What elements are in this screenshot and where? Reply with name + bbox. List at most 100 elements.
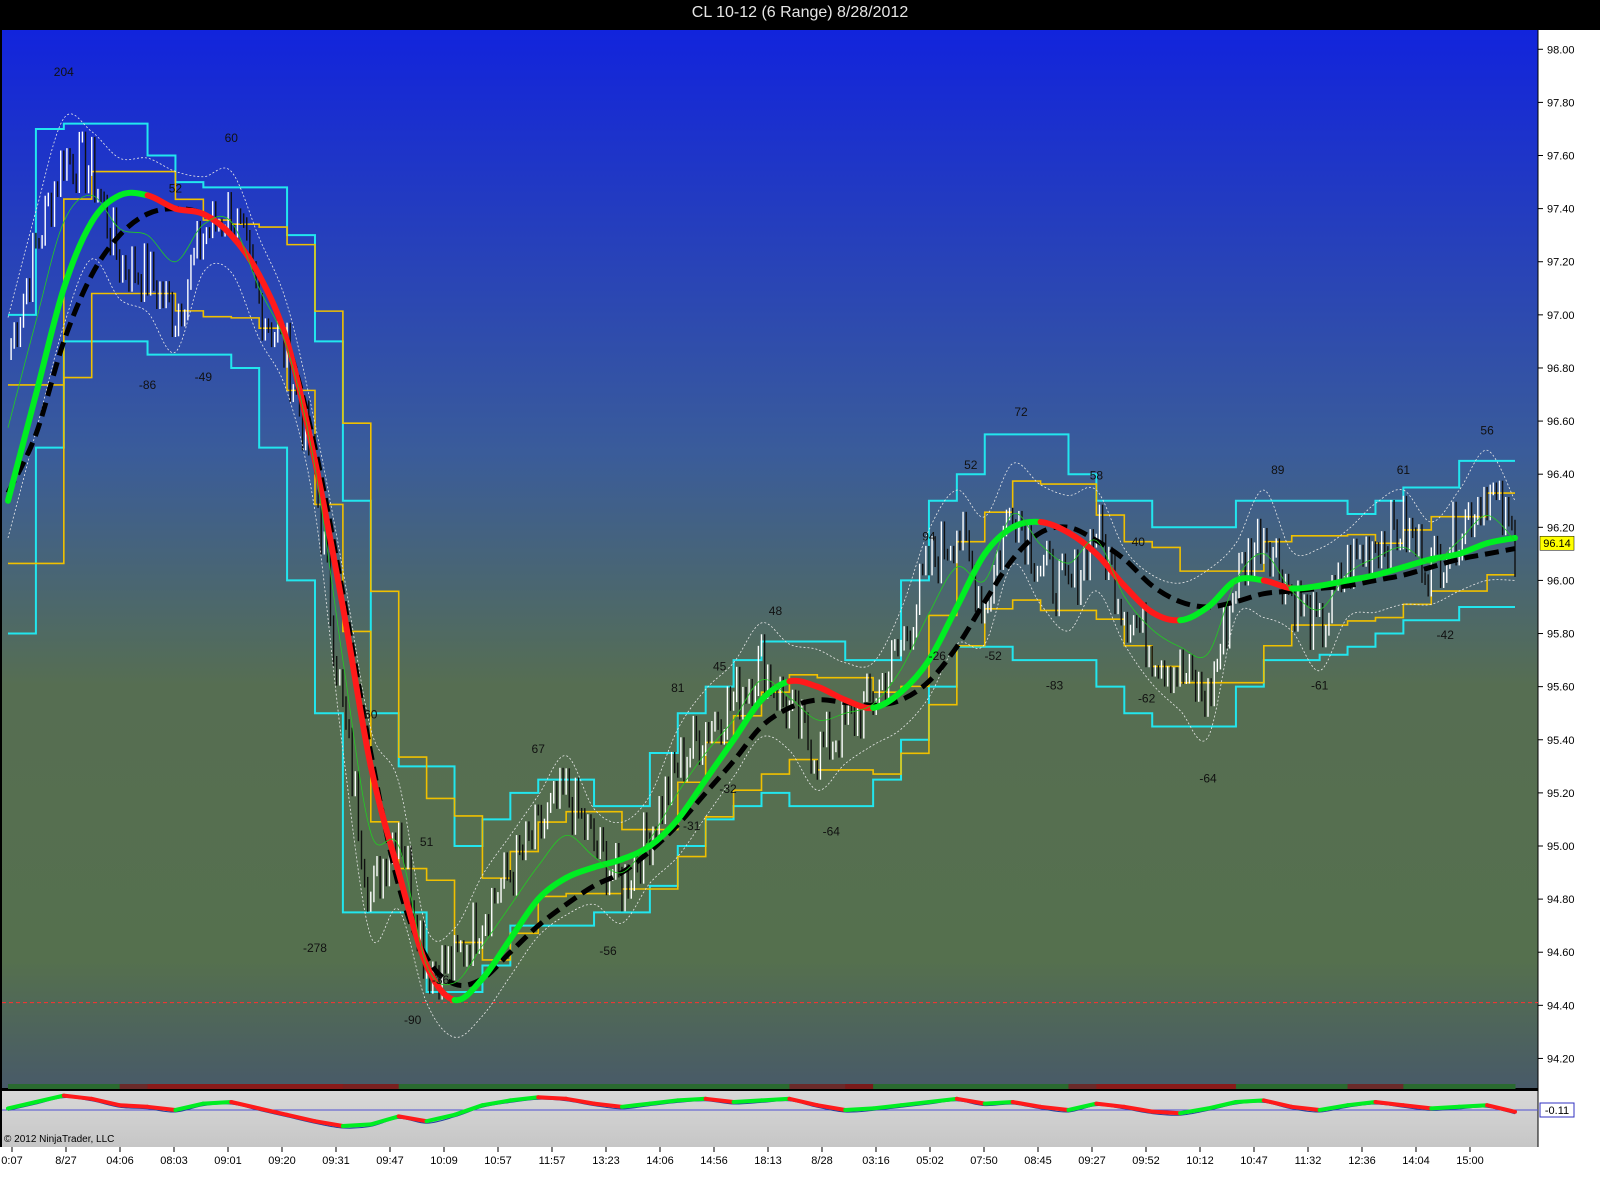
swing-label: 56 bbox=[1480, 423, 1494, 437]
regime-segment bbox=[35, 1084, 65, 1089]
regime-segment bbox=[1319, 1084, 1349, 1089]
x-tick-label: 08:45 bbox=[1024, 1155, 1052, 1167]
x-tick-label: 09:20 bbox=[268, 1155, 296, 1167]
regime-segment bbox=[454, 1084, 483, 1089]
regime-segment bbox=[1040, 1084, 1069, 1089]
regime-segment bbox=[1012, 1084, 1042, 1089]
regime-segment bbox=[147, 1084, 176, 1089]
regime-segment bbox=[1459, 1084, 1488, 1089]
regime-segment bbox=[231, 1084, 260, 1089]
svg-text:-0.11: -0.11 bbox=[1545, 1105, 1569, 1117]
x-tick-label: 13:23 bbox=[592, 1155, 620, 1167]
x-tick-label: 09:52 bbox=[1132, 1155, 1160, 1167]
y-tick-label: 97.80 bbox=[1547, 97, 1575, 109]
swing-label: 58 bbox=[1090, 469, 1104, 483]
regime-segment bbox=[1431, 1084, 1460, 1089]
regime-segment bbox=[873, 1084, 902, 1089]
regime-segment bbox=[1487, 1084, 1516, 1089]
x-tick-label: 08:03 bbox=[160, 1155, 188, 1167]
oscillator-up-segment bbox=[731, 1098, 764, 1104]
y-tick-label: 97.00 bbox=[1547, 310, 1575, 322]
regime-segment bbox=[510, 1084, 539, 1089]
swing-label: -31 bbox=[683, 819, 701, 833]
swing-label: -86 bbox=[139, 378, 157, 392]
regime-segment bbox=[1263, 1084, 1293, 1089]
x-tick-label: 11:32 bbox=[1295, 1155, 1322, 1167]
oscillator-down-segment bbox=[536, 1095, 569, 1101]
price-axis bbox=[1538, 30, 1600, 1147]
regime-segment bbox=[1235, 1084, 1265, 1089]
x-tick-label: 15:00 bbox=[1456, 1155, 1484, 1167]
x-tick-label: 11:57 bbox=[539, 1155, 566, 1167]
y-tick-label: 96.00 bbox=[1547, 575, 1575, 587]
oscillator-up-segment bbox=[340, 1122, 373, 1128]
y-tick-label: 95.80 bbox=[1547, 629, 1575, 641]
svg-text:96.14: 96.14 bbox=[1543, 538, 1571, 550]
fast-ma-up-segment bbox=[1232, 575, 1267, 584]
x-tick-label: 8/27 bbox=[55, 1155, 76, 1167]
regime-segment bbox=[63, 1084, 93, 1089]
x-tick-label: 09:01 bbox=[214, 1155, 242, 1167]
price-chart[interactable]: 204 -86 52 60 -49 -278 60 51 -36 -90 67 -56 81 -31 45 -… bbox=[0, 0, 1600, 1190]
oscillator-up-segment bbox=[1429, 1104, 1462, 1111]
swing-label: 60 bbox=[225, 131, 239, 145]
regime-segment bbox=[761, 1084, 790, 1089]
swing-label: 48 bbox=[769, 604, 783, 618]
swing-label: -83 bbox=[1046, 678, 1064, 692]
oscillator-up-segment bbox=[982, 1100, 1015, 1106]
oscillator-down-segment bbox=[117, 1103, 150, 1109]
regime-segment bbox=[1068, 1084, 1097, 1089]
last-price-badge: 96.14 bbox=[1539, 535, 1575, 551]
regime-segment bbox=[733, 1084, 762, 1089]
y-tick-label: 97.40 bbox=[1547, 204, 1575, 216]
swing-label: -36 bbox=[432, 973, 450, 987]
swing-label: -90 bbox=[404, 1013, 422, 1027]
regime-segment bbox=[175, 1084, 204, 1089]
regime-segment bbox=[1208, 1084, 1237, 1089]
regime-segment bbox=[1347, 1084, 1376, 1089]
swing-label: 52 bbox=[169, 182, 183, 196]
y-tick-label: 95.20 bbox=[1547, 788, 1575, 800]
oscillator-up-segment bbox=[1457, 1103, 1490, 1109]
swing-label: 204 bbox=[54, 65, 74, 79]
regime-segment bbox=[8, 1084, 37, 1089]
x-tick-label: 10:12 bbox=[1186, 1155, 1214, 1167]
swing-label: 52 bbox=[964, 458, 978, 472]
swing-label: -64 bbox=[1199, 771, 1217, 785]
swing-label: 45 bbox=[713, 660, 727, 674]
regime-segment bbox=[789, 1084, 818, 1089]
oscillator-down-segment bbox=[1150, 1109, 1183, 1116]
y-tick-label: 96.20 bbox=[1547, 522, 1575, 534]
x-tick-label: 18:13 bbox=[754, 1155, 782, 1167]
swing-label: -42 bbox=[1437, 628, 1455, 642]
swing-label: 94 bbox=[922, 530, 936, 544]
regime-segment bbox=[538, 1084, 567, 1089]
fast-ma-up-segment bbox=[1288, 582, 1323, 592]
regime-segment bbox=[1375, 1084, 1404, 1089]
regime-segment bbox=[119, 1084, 149, 1089]
regime-segment bbox=[398, 1084, 428, 1089]
regime-segment bbox=[817, 1084, 846, 1089]
x-tick-label: 04:06 bbox=[106, 1155, 134, 1167]
regime-segment bbox=[1291, 1084, 1321, 1089]
regime-segment bbox=[1403, 1084, 1432, 1089]
swing-label: 89 bbox=[1271, 463, 1285, 477]
oscillator-up-segment bbox=[675, 1096, 708, 1103]
y-tick-label: 95.60 bbox=[1547, 682, 1575, 694]
x-tick-label: 10:47 bbox=[1240, 1155, 1268, 1167]
y-tick-label: 96.60 bbox=[1547, 416, 1575, 428]
oscillator-up-segment bbox=[843, 1106, 876, 1112]
regime-segment bbox=[370, 1084, 400, 1089]
regime-segment bbox=[482, 1084, 511, 1089]
x-tick-label: 14:56 bbox=[700, 1155, 728, 1167]
regime-segment bbox=[621, 1084, 651, 1089]
regime-segment bbox=[91, 1084, 121, 1089]
price-panel bbox=[2, 30, 1538, 1088]
swing-label: 61 bbox=[1397, 463, 1411, 477]
regime-segment bbox=[928, 1084, 958, 1089]
swing-label: -26 bbox=[929, 649, 947, 663]
regime-segment bbox=[677, 1084, 707, 1089]
x-tick-label: 8/28 bbox=[811, 1155, 832, 1167]
regime-segment bbox=[342, 1084, 372, 1089]
regime-segment bbox=[1152, 1084, 1181, 1089]
